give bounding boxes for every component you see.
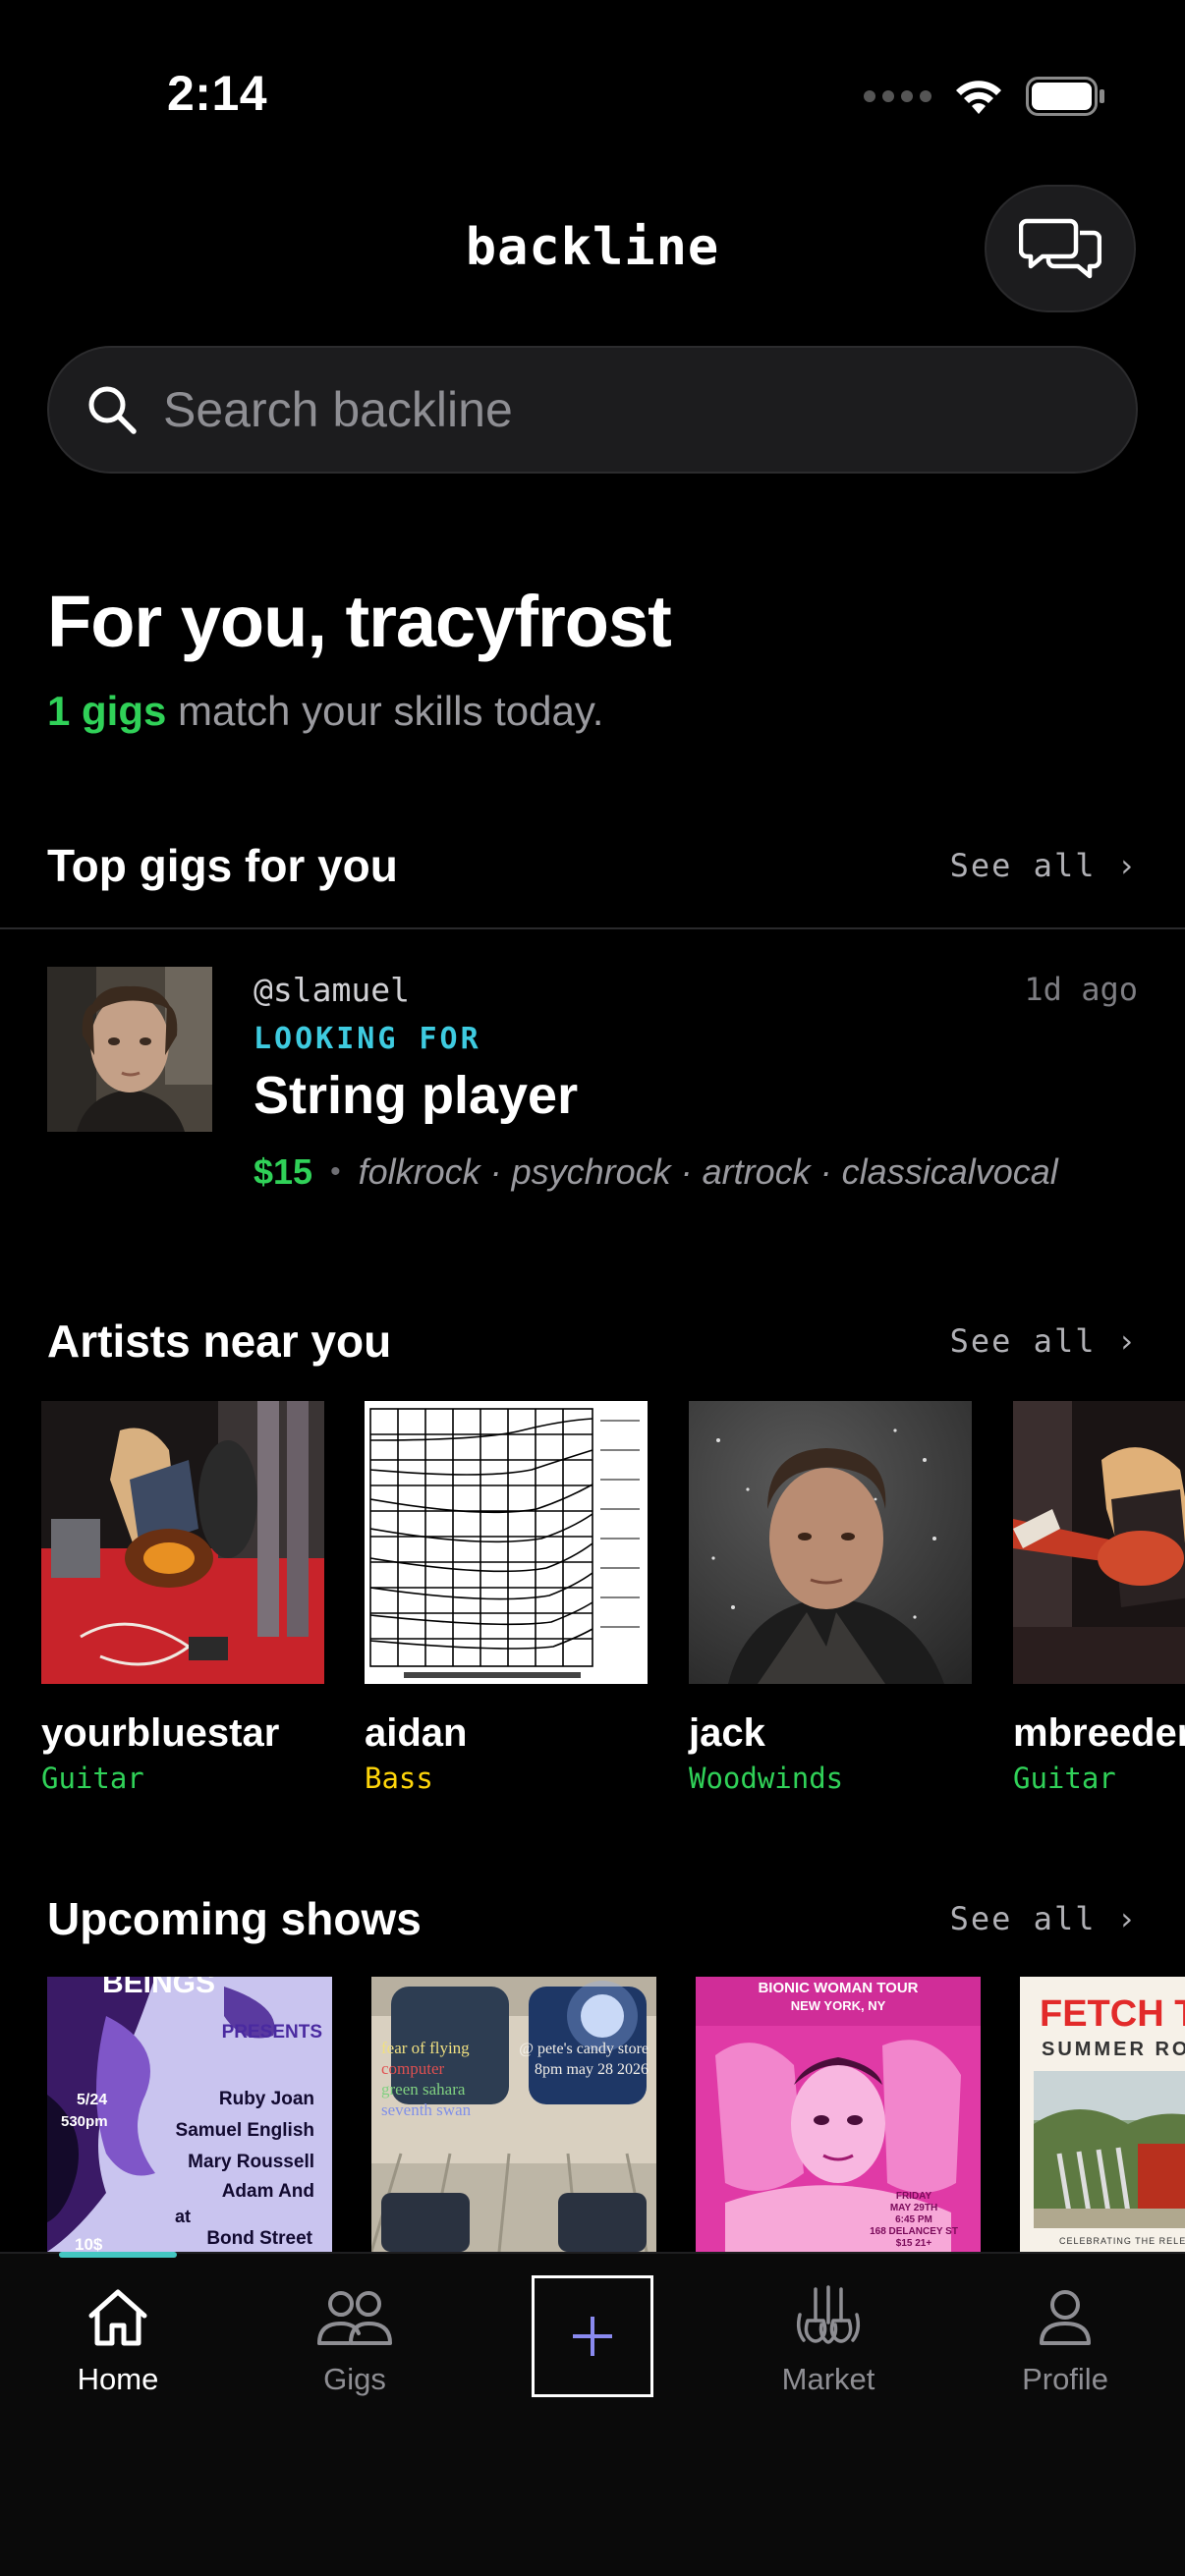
artist-instrument: Woodwinds xyxy=(689,1762,844,1795)
tab-bar: Home Gigs Market Profile xyxy=(0,2252,1185,2576)
see-all-gigs-link[interactable]: See all › xyxy=(950,847,1138,884)
artist-card[interactable]: yourbluestar Guitar xyxy=(41,1401,326,1795)
gig-card[interactable]: @slamuel 1d ago LOOKING FOR String playe… xyxy=(47,967,1138,1193)
section-title: Top gigs for you xyxy=(47,840,398,891)
tab-label: Profile xyxy=(1022,2362,1108,2396)
gig-username[interactable]: @slamuel xyxy=(254,971,410,1009)
search-input[interactable] xyxy=(163,381,1047,438)
show-act-1: fear of flying xyxy=(381,2039,470,2057)
greeting-subtitle: 1 gigs match your skills today. xyxy=(47,688,603,735)
looking-for-label: LOOKING FOR xyxy=(254,1022,481,1056)
gig-meta: $15 • folkrock · psychrock · artrock · c… xyxy=(254,1151,1138,1193)
gig-timestamp: 1d ago xyxy=(1024,971,1138,1008)
search-icon xyxy=(88,386,137,434)
messages-button[interactable] xyxy=(985,185,1136,312)
artist-name: mbreeder xyxy=(1013,1711,1185,1755)
artist-name: jack xyxy=(689,1711,765,1755)
artist-instrument: Guitar xyxy=(41,1762,144,1795)
show-venue: Bond Street xyxy=(206,2228,312,2249)
show-detail-3: 6:45 PM xyxy=(895,2214,932,2225)
cellular-signal-icon xyxy=(864,90,931,102)
artist-name: aidan xyxy=(365,1711,468,1755)
artist-photo xyxy=(1013,1401,1185,1684)
artist-photo xyxy=(365,1401,648,1684)
show-date: 5/24 xyxy=(77,2092,107,2108)
home-icon xyxy=(88,2289,147,2346)
show-poster[interactable]: BIONIC WOMAN TOUR NEW YORK, NY FRIDAY MA… xyxy=(696,1977,981,2252)
show-poster[interactable]: BEINGS PRESENTS 5/24 530pm Ruby Joan Sam… xyxy=(47,1977,332,2252)
show-title: BEINGS xyxy=(102,1977,215,1999)
show-detail-5: $15 21+ xyxy=(896,2238,932,2249)
show-subtitle: SUMMER ROC xyxy=(1042,2039,1185,2060)
section-title: Upcoming shows xyxy=(47,1893,422,1944)
section-title: Artists near you xyxy=(47,1316,392,1367)
gig-genres: folkrock · psychrock · artrock · classic… xyxy=(358,1151,1058,1192)
status-bar: 2:14 xyxy=(0,0,1185,187)
plus-icon xyxy=(573,2317,612,2356)
tab-label: Market xyxy=(781,2362,875,2396)
show-date: 8pm may 28 2026 xyxy=(535,2061,649,2078)
tab-label: Home xyxy=(77,2362,159,2396)
artist-instrument: Guitar xyxy=(1013,1762,1116,1795)
show-city: NEW YORK, NY xyxy=(791,1998,886,2013)
show-detail-1: FRIDAY xyxy=(896,2191,932,2202)
artists-header: Artists near you See all › xyxy=(47,1307,1138,1375)
artist-card[interactable]: mbreeder Guitar xyxy=(1013,1401,1185,1795)
tab-home[interactable]: Home xyxy=(20,2283,216,2397)
show-presents: PRESENTS xyxy=(222,2022,322,2043)
tab-profile[interactable]: Profile xyxy=(967,2283,1163,2397)
active-tab-indicator xyxy=(59,2252,177,2258)
show-detail-4: 168 DELANCEY ST xyxy=(870,2226,958,2237)
separator-dot: • xyxy=(330,1155,341,1188)
gig-price: $15 xyxy=(254,1151,313,1192)
gig-role: String player xyxy=(254,1066,579,1125)
people-icon xyxy=(317,2291,392,2345)
show-lineup-3: Mary Roussell xyxy=(188,2152,314,2172)
show-poster[interactable]: FETCH T SUMMER ROC CELEBRATING THE RELEA… xyxy=(1020,1977,1185,2252)
show-venue: @ pete's candy store xyxy=(519,2041,649,2057)
show-time: 530pm xyxy=(61,2113,108,2130)
shows-header: Upcoming shows See all › xyxy=(47,1884,1138,1953)
show-act-4: seventh swan xyxy=(381,2100,472,2119)
show-lineup-2: Samuel English xyxy=(176,2120,314,2141)
status-time: 2:14 xyxy=(167,66,268,121)
search-bar[interactable] xyxy=(47,346,1138,474)
show-at: at xyxy=(175,2207,191,2226)
show-title: BIONIC WOMAN TOUR xyxy=(758,1980,918,1996)
show-act-3: green sahara xyxy=(381,2080,466,2099)
tab-label: Gigs xyxy=(323,2362,386,2396)
greeting-title: For you, tracyfrost xyxy=(47,581,672,662)
status-icons xyxy=(864,75,1106,118)
artist-name: yourbluestar xyxy=(41,1711,280,1755)
wifi-icon xyxy=(956,81,1001,114)
artist-card[interactable]: aidan Bass xyxy=(365,1401,649,1795)
avatar xyxy=(47,967,212,1132)
see-all-shows-link[interactable]: See all › xyxy=(950,1900,1138,1937)
artist-photo xyxy=(41,1401,324,1684)
app-header: backline xyxy=(0,185,1185,314)
person-icon xyxy=(1040,2290,1091,2345)
artist-photo xyxy=(689,1401,972,1684)
see-all-artists-link[interactable]: See all › xyxy=(950,1322,1138,1360)
greeting-subtitle-text: match your skills today. xyxy=(166,688,604,734)
artist-card[interactable]: jack Woodwinds xyxy=(689,1401,974,1795)
tab-market[interactable]: Market xyxy=(730,2283,927,2397)
show-price: 10$ xyxy=(75,2235,103,2252)
tab-gigs[interactable]: Gigs xyxy=(256,2283,453,2397)
divider xyxy=(0,927,1185,929)
show-caption: CELEBRATING THE RELEASE OF xyxy=(1059,2236,1185,2246)
create-button[interactable] xyxy=(532,2275,653,2397)
gig-match-count: 1 gigs xyxy=(47,688,167,734)
guitars-icon xyxy=(796,2285,861,2344)
show-lineup-1: Ruby Joan xyxy=(219,2089,314,2109)
chat-bubbles-icon xyxy=(1019,218,1101,279)
show-title: FETCH T xyxy=(1040,1993,1185,2035)
battery-icon xyxy=(1026,77,1104,116)
show-act-2: computer xyxy=(381,2059,445,2078)
artist-instrument: Bass xyxy=(365,1762,433,1795)
show-poster[interactable]: fear of flying computer green sahara sev… xyxy=(371,1977,656,2252)
top-gigs-header: Top gigs for you See all › xyxy=(47,831,1138,900)
show-lineup-4: Adam And xyxy=(222,2181,314,2202)
show-detail-2: MAY 29TH xyxy=(890,2203,937,2213)
